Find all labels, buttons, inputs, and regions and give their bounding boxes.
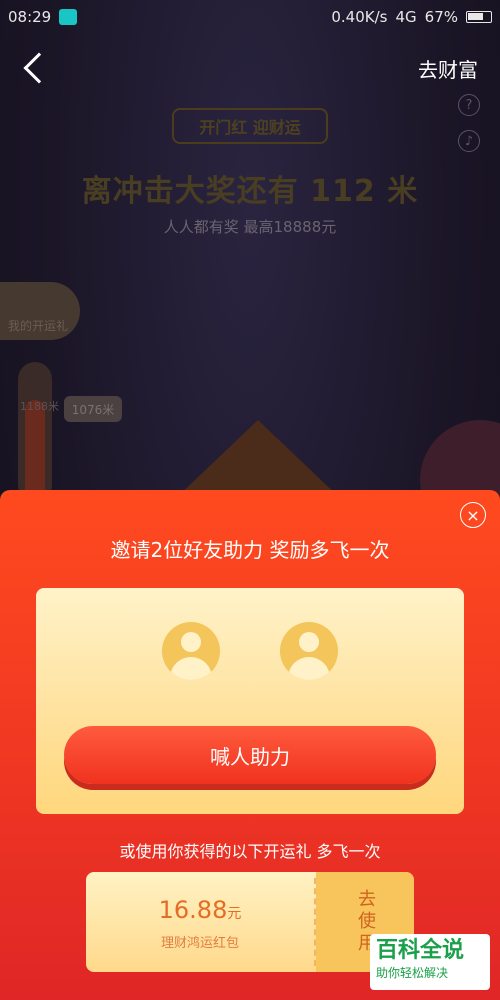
status-time: 08:29 (8, 8, 52, 26)
battery-icon (466, 11, 492, 23)
friend-avatar-placeholder[interactable] (280, 622, 338, 680)
battery-percent: 67% (424, 8, 458, 26)
network-type: 4G (395, 8, 417, 26)
coupon-card: 16.88元 理财鸿运红包 去使用 (86, 872, 414, 972)
coupon-amount: 16.88 (158, 896, 228, 924)
mountain-graphic (174, 420, 342, 500)
coupon-unit: 元 (227, 906, 242, 922)
progress-fill (25, 400, 45, 500)
coupon-info: 16.88元 理财鸿运红包 (86, 872, 314, 972)
go-wealth-link[interactable]: 去财富 (418, 54, 478, 83)
friend-avatar-placeholder[interactable] (162, 622, 220, 680)
music-icon[interactable]: ♪ (458, 130, 480, 152)
close-icon[interactable]: × (460, 502, 486, 528)
watermark-logo: 百科全说 助你轻松解决 (370, 934, 490, 990)
modal-title: 邀请2位好友助力 奖励多飞一次 (110, 538, 390, 562)
prize-subline: 人人都有奖 最高18888元 (163, 218, 337, 236)
event-pill: 开门红 迎财运 (172, 108, 328, 144)
back-icon[interactable] (23, 52, 55, 84)
net-speed: 0.40K/s (331, 8, 388, 26)
help-icon[interactable]: ? (458, 94, 480, 116)
my-gift-label: 我的开运礼 (8, 319, 69, 333)
distance-headline: 离冲击大奖还有 112 米 (81, 174, 419, 209)
invite-modal: × 邀请2位好友助力 奖励多飞一次 喊人助力 或使用你获得的以下开运礼 多飞一次… (0, 490, 500, 1000)
progress-mark: 1188米 (20, 400, 59, 413)
watermark-subtitle: 助你轻松解决 (376, 966, 449, 980)
invite-friends-button[interactable]: 喊人助力 (64, 726, 436, 784)
alternative-hint: 或使用你获得的以下开运礼 多飞一次 (119, 842, 381, 861)
invite-card: 喊人助力 (36, 588, 464, 814)
coupon-amount-line: 16.88元 (86, 896, 314, 924)
coupon-name: 理财鸿运红包 (160, 936, 239, 951)
distance-bubble: 1076米 (64, 396, 122, 422)
status-bar: 08:29 0.40K/s 4G 67% (0, 0, 500, 34)
side-icons: ? ♪ (458, 94, 480, 152)
top-nav: 去财富 (0, 40, 500, 96)
watermark-title: 百科全说 (376, 938, 465, 963)
screenshot-icon (59, 9, 78, 25)
